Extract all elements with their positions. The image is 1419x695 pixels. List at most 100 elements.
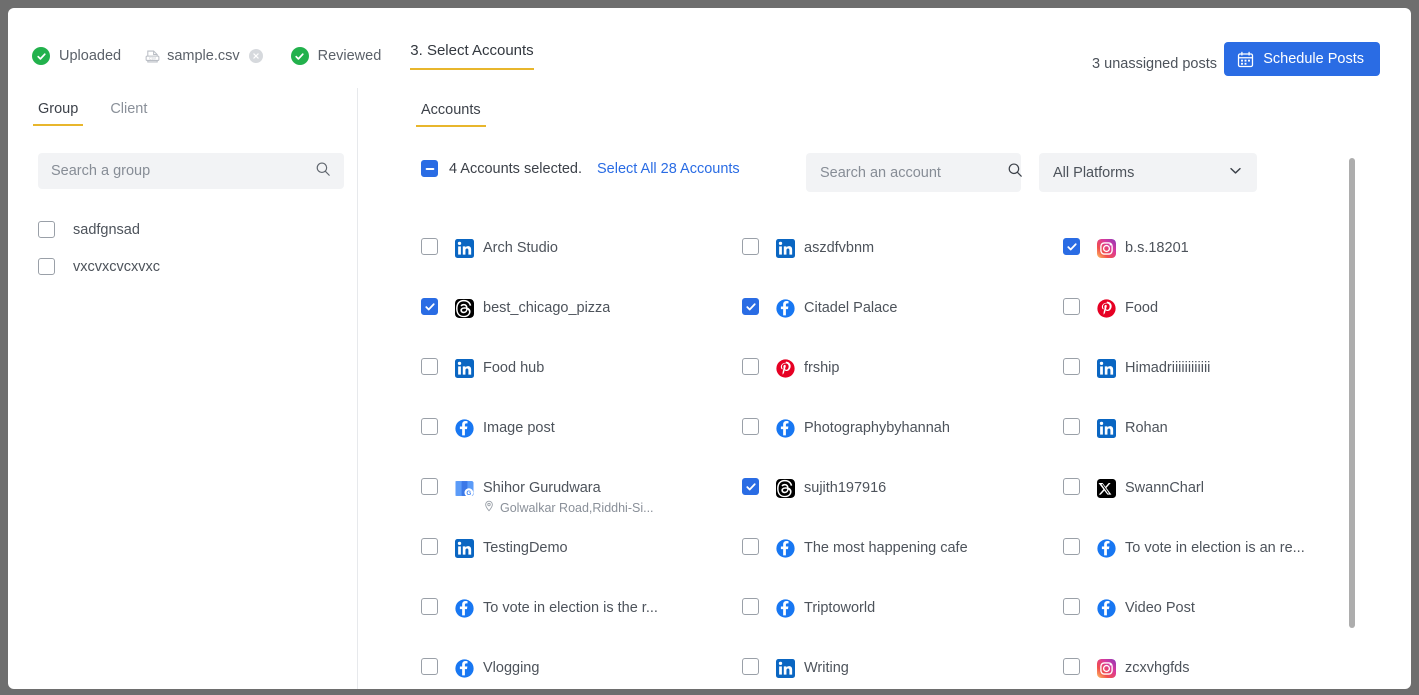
account-name: aszdfvbnm	[804, 238, 874, 258]
account-checkbox[interactable]	[1063, 598, 1080, 615]
accounts-tabs: Accounts	[421, 102, 481, 127]
account-name: To vote in election is the r...	[483, 598, 658, 618]
account-checkbox[interactable]	[1063, 658, 1080, 675]
account-item[interactable]: Triptoworld	[742, 590, 1063, 650]
account-item[interactable]: Citadel Palace	[742, 290, 1063, 350]
facebook-icon	[776, 299, 795, 318]
account-item[interactable]: SwannCharl	[1063, 470, 1381, 530]
facebook-icon	[455, 419, 474, 438]
group-search-box[interactable]	[38, 153, 344, 189]
account-item[interactable]: Video Post	[1063, 590, 1381, 650]
account-search-input[interactable]	[820, 165, 1007, 181]
account-checkbox[interactable]	[742, 478, 759, 495]
tab-group[interactable]: Group	[38, 101, 78, 126]
account-item[interactable]: To vote in election is an re...	[1063, 530, 1381, 590]
location-pin-icon	[483, 499, 495, 517]
schedule-posts-button[interactable]: Schedule Posts	[1224, 42, 1380, 76]
account-item[interactable]: TestingDemo	[421, 530, 742, 590]
group-checkbox[interactable]	[38, 258, 55, 275]
account-item[interactable]: best_chicago_pizza	[421, 290, 742, 350]
account-item[interactable]: To vote in election is the r...	[421, 590, 742, 650]
account-checkbox[interactable]	[742, 538, 759, 555]
account-checkbox[interactable]	[1063, 358, 1080, 375]
account-checkbox[interactable]	[421, 358, 438, 375]
account-text: Triptoworld	[804, 598, 875, 618]
account-checkbox[interactable]	[421, 238, 438, 255]
group-checkbox[interactable]	[38, 221, 55, 238]
instagram-icon	[1097, 239, 1116, 258]
account-item[interactable]: Arch Studio	[421, 230, 742, 290]
linkedin-icon	[776, 239, 795, 258]
tab-accounts[interactable]: Accounts	[421, 102, 481, 127]
account-item[interactable]: aszdfvbnm	[742, 230, 1063, 290]
group-list-item[interactable]: vxcvxcvcxvxc	[38, 248, 338, 285]
svg-text:G: G	[466, 490, 471, 497]
account-body: GShihor GurudwaraGolwalkar Road,Riddhi-S…	[455, 478, 654, 517]
account-checkbox[interactable]	[1063, 538, 1080, 555]
account-checkbox[interactable]	[421, 418, 438, 435]
step-reviewed[interactable]: Reviewed	[291, 47, 382, 65]
account-text: best_chicago_pizza	[483, 298, 610, 318]
account-item[interactable]: Writing	[742, 650, 1063, 689]
account-checkbox[interactable]	[1063, 478, 1080, 495]
tab-client[interactable]: Client	[110, 101, 147, 126]
select-all-row[interactable]: 4 Accounts selected. Select All 28 Accou…	[421, 160, 740, 177]
account-text: Image post	[483, 418, 555, 438]
group-search-input[interactable]	[51, 163, 315, 179]
account-body: Food	[1097, 298, 1158, 318]
account-text: sujith197916	[804, 478, 886, 498]
account-item[interactable]: b.s.18201	[1063, 230, 1381, 290]
account-checkbox[interactable]	[421, 598, 438, 615]
account-body: Writing	[776, 658, 849, 678]
account-checkbox[interactable]	[421, 538, 438, 555]
account-item[interactable]: Food hub	[421, 350, 742, 410]
close-icon[interactable]	[249, 49, 263, 63]
account-checkbox[interactable]	[742, 298, 759, 315]
account-body: Rohan	[1097, 418, 1168, 438]
account-item[interactable]: Vlogging	[421, 650, 742, 689]
platform-filter-select[interactable]: All Platforms	[1039, 153, 1257, 192]
step-reviewed-label: Reviewed	[318, 48, 382, 64]
step-uploaded[interactable]: Uploaded	[32, 47, 121, 65]
account-item[interactable]: Food	[1063, 290, 1381, 350]
account-item[interactable]: zcxvhgfds	[1063, 650, 1381, 689]
select-all-link[interactable]: Select All 28 Accounts	[597, 161, 740, 177]
account-name: Rohan	[1125, 418, 1168, 438]
google-business-icon: G	[455, 479, 474, 498]
account-body: b.s.18201	[1097, 238, 1189, 258]
account-item[interactable]: Himadriiiiiiiiiiii	[1063, 350, 1381, 410]
account-checkbox[interactable]	[421, 478, 438, 495]
step-select-accounts[interactable]: 3. Select Accounts	[410, 42, 533, 70]
account-checkbox[interactable]	[1063, 238, 1080, 255]
account-checkbox[interactable]	[1063, 298, 1080, 315]
account-item[interactable]: frship	[742, 350, 1063, 410]
account-checkbox[interactable]	[742, 418, 759, 435]
account-text: zcxvhgfds	[1125, 658, 1189, 678]
account-item[interactable]: The most happening cafe	[742, 530, 1063, 590]
account-item[interactable]: Image post	[421, 410, 742, 470]
group-list-item[interactable]: sadfgnsad	[38, 211, 338, 248]
account-name: Food hub	[483, 358, 544, 378]
x-icon	[1097, 479, 1116, 498]
account-checkbox[interactable]	[421, 658, 438, 675]
check-circle-icon	[291, 47, 309, 65]
account-text: SwannCharl	[1125, 478, 1204, 498]
account-item[interactable]: GShihor GurudwaraGolwalkar Road,Riddhi-S…	[421, 470, 742, 530]
account-checkbox[interactable]	[742, 598, 759, 615]
account-search-box[interactable]	[806, 153, 1021, 192]
account-checkbox[interactable]	[742, 658, 759, 675]
account-checkbox[interactable]	[1063, 418, 1080, 435]
account-item[interactable]: Rohan	[1063, 410, 1381, 470]
account-name: Writing	[804, 658, 849, 678]
uploaded-file-chip: CSV sample.csv	[145, 48, 263, 64]
account-item[interactable]: sujith197916	[742, 470, 1063, 530]
schedule-posts-label: Schedule Posts	[1263, 51, 1364, 67]
account-checkbox[interactable]	[421, 298, 438, 315]
account-text: Food	[1125, 298, 1158, 318]
account-checkbox[interactable]	[742, 358, 759, 375]
select-all-checkbox[interactable]	[421, 160, 438, 177]
account-checkbox[interactable]	[742, 238, 759, 255]
account-item[interactable]: Photographybyhannah	[742, 410, 1063, 470]
accounts-scrollbar-thumb[interactable]	[1349, 158, 1355, 628]
linkedin-icon	[1097, 359, 1116, 378]
